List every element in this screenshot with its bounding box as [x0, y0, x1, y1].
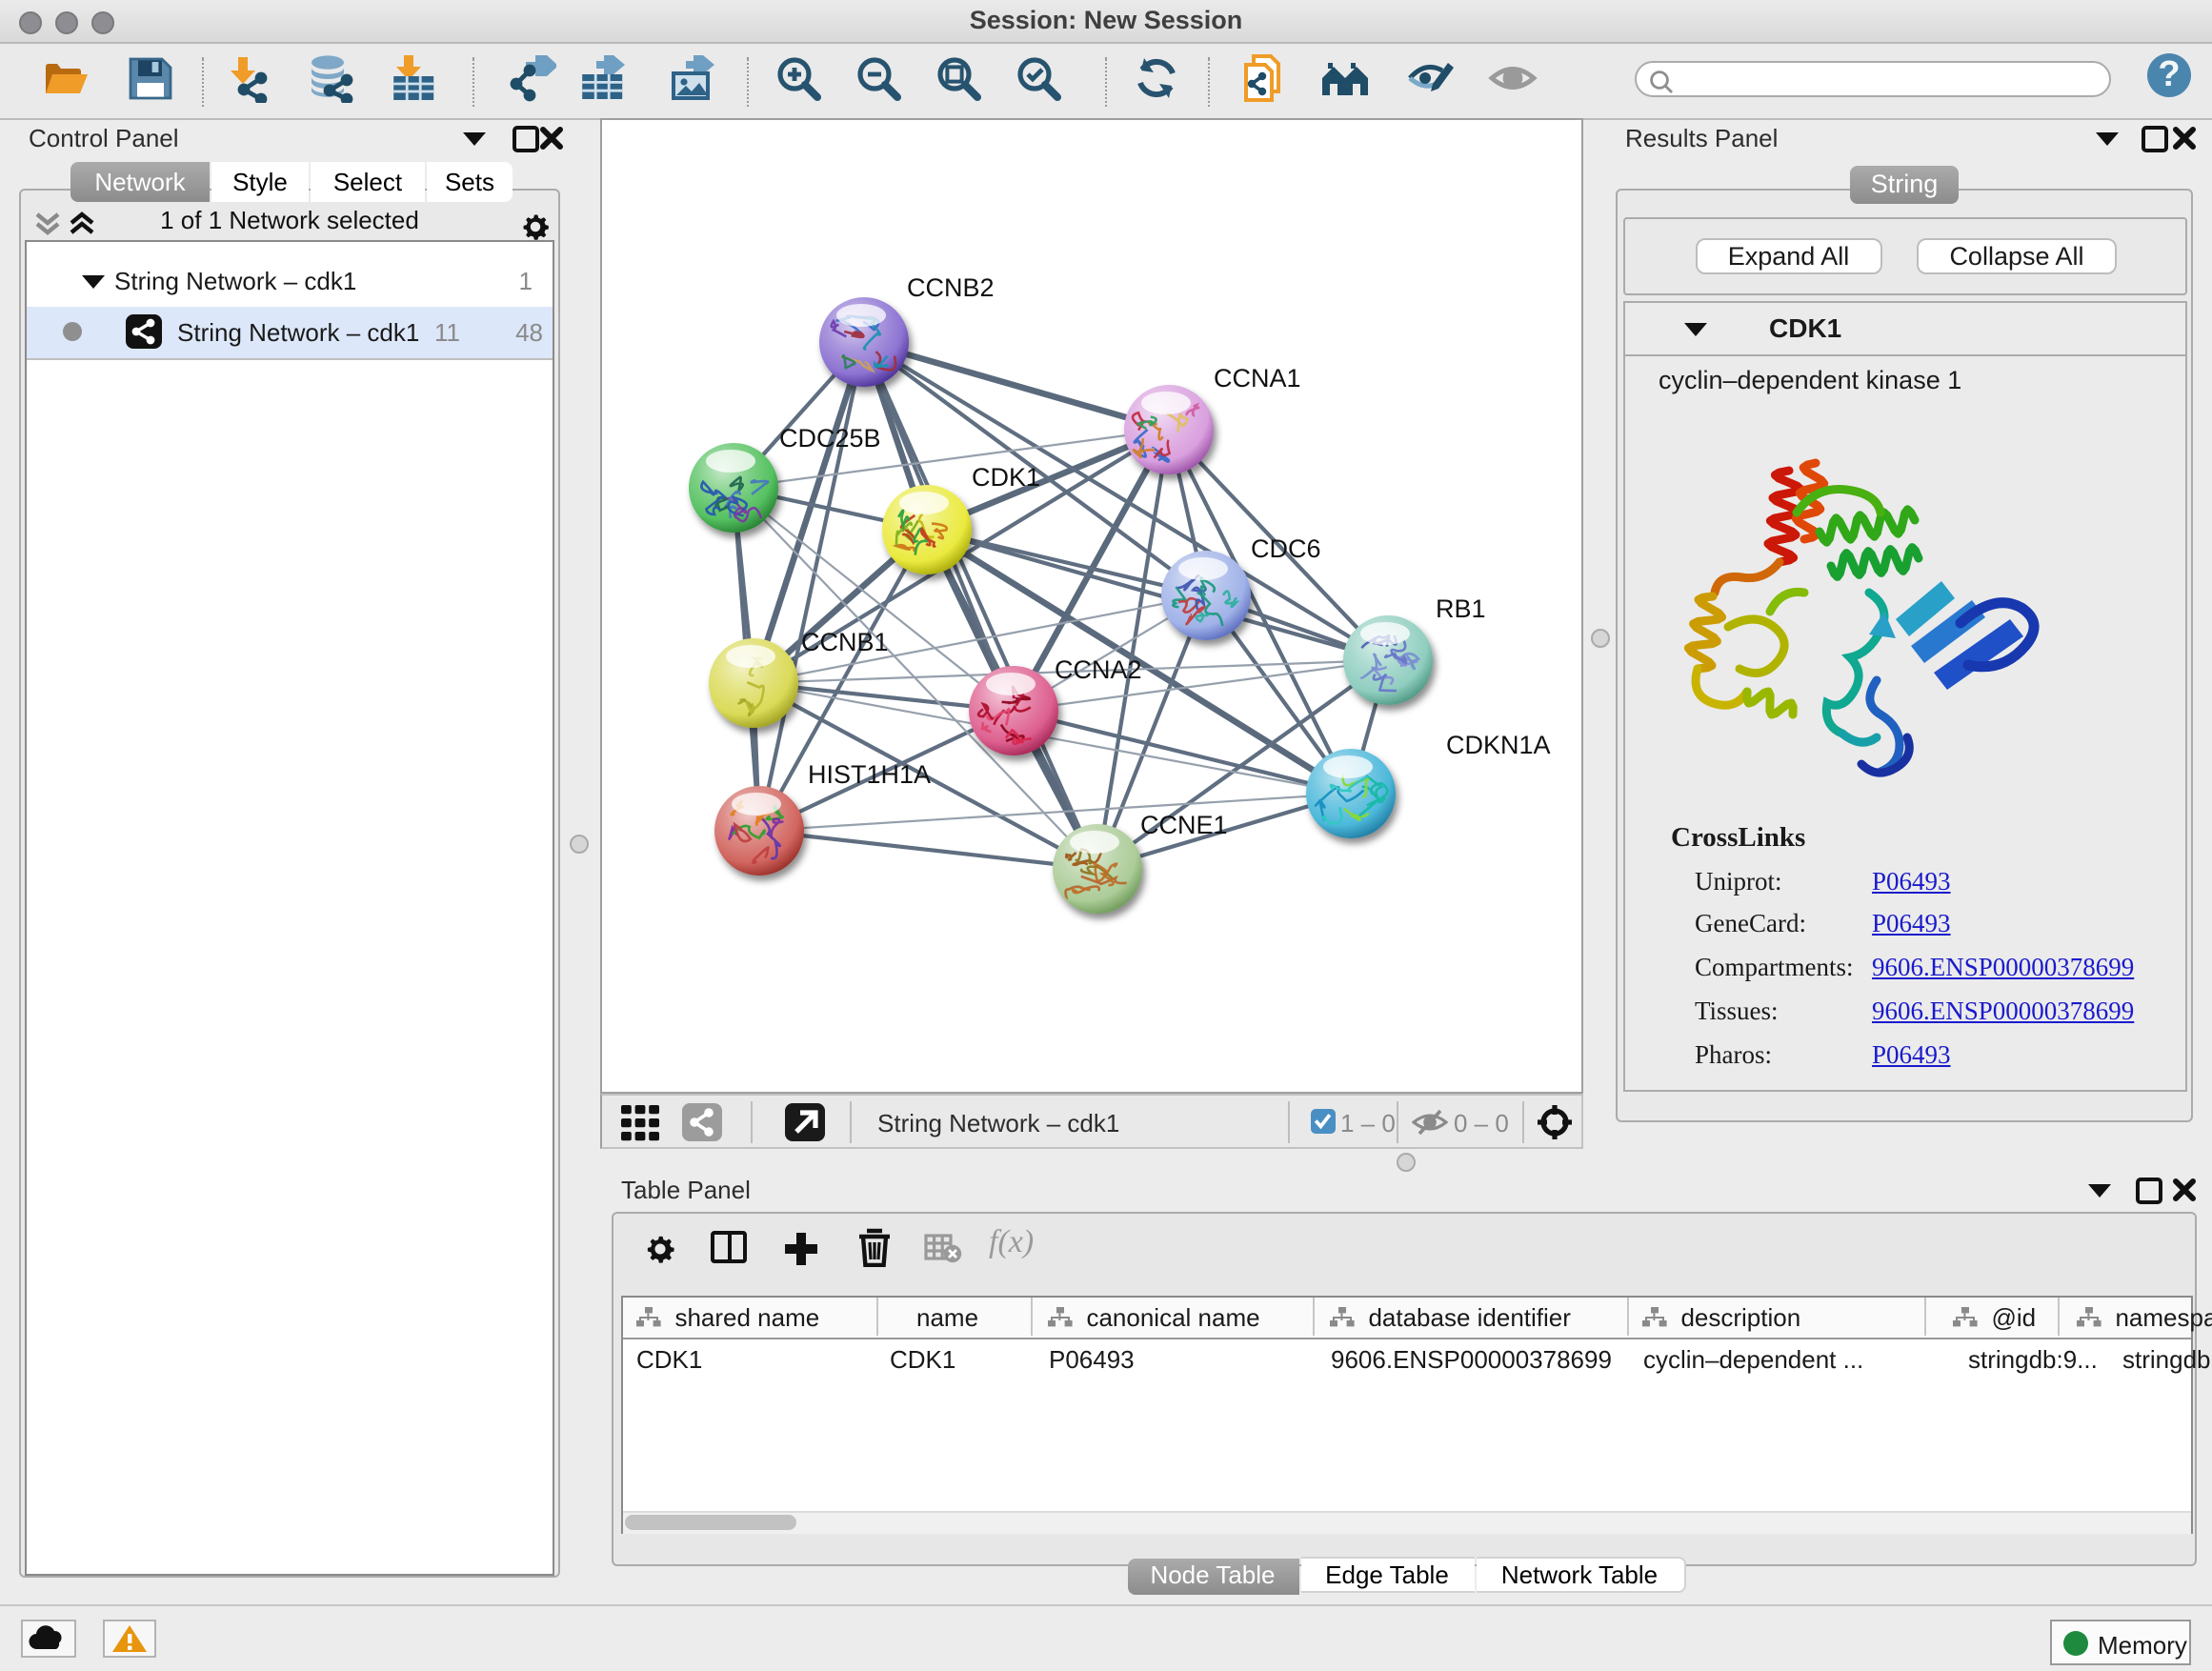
- svg-text:CDKN1A: CDKN1A: [1445, 731, 1550, 759]
- svg-text:CCNB1: CCNB1: [800, 628, 888, 656]
- svg-text:RB1: RB1: [1435, 594, 1485, 623]
- svg-text:CCNE1: CCNE1: [1139, 811, 1227, 839]
- svg-text:CDC6: CDC6: [1250, 534, 1320, 563]
- svg-text:CDK1: CDK1: [971, 463, 1039, 492]
- svg-text:HIST1H1A: HIST1H1A: [807, 760, 930, 789]
- svg-text:CCNA2: CCNA2: [1054, 655, 1141, 684]
- svg-text:CDC25B: CDC25B: [778, 424, 880, 453]
- svg-text:CCNA1: CCNA1: [1213, 364, 1300, 393]
- svg-text:CCNB2: CCNB2: [906, 273, 994, 302]
